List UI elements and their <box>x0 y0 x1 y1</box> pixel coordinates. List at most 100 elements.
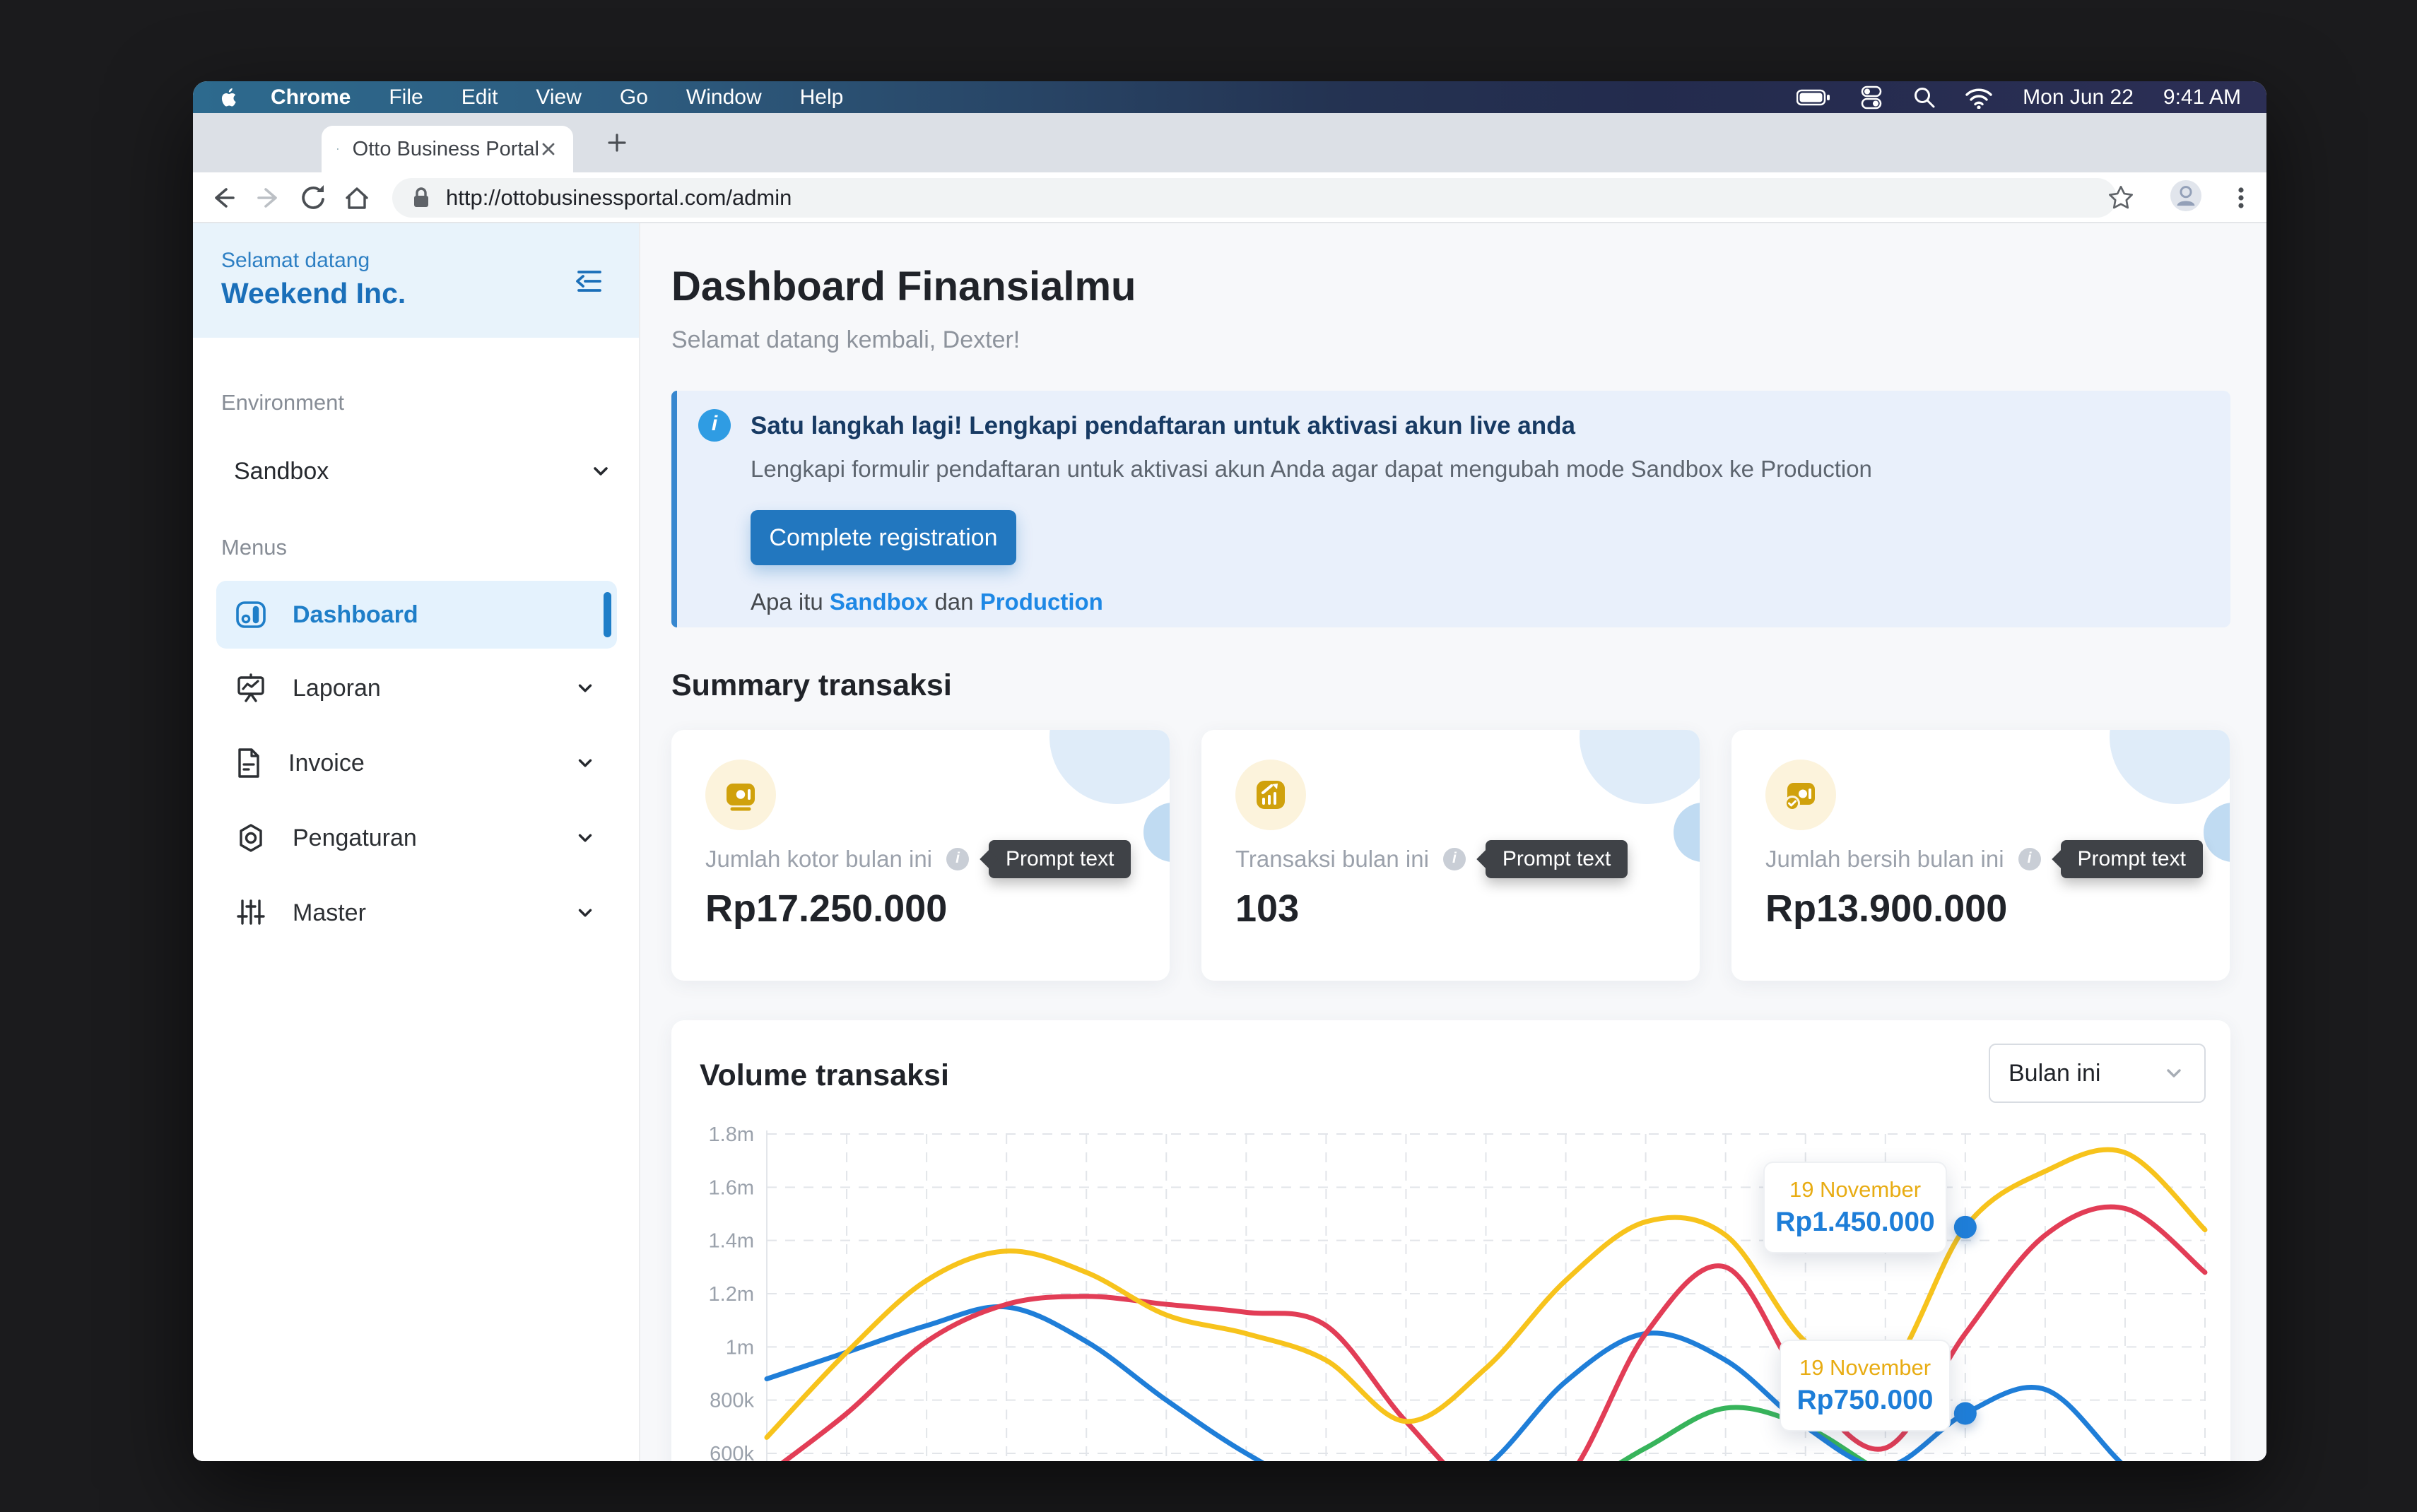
banner-accent-stripe <box>671 391 677 627</box>
card-value: Rp13.900.000 <box>1765 887 2007 931</box>
menubar-date[interactable]: Mon Jun 22 <box>2023 85 2134 110</box>
card-label: Jumlah kotor bulan ini <box>705 846 932 873</box>
sidebar-item-dashboard[interactable]: Dashboard <box>216 581 617 649</box>
sidebar-header: Selamat datang Weekend Inc. <box>193 223 639 338</box>
svg-text:1.2m: 1.2m <box>709 1283 754 1306</box>
registration-banner: Satu langkah lagi! Lengkapi pendaftaran … <box>671 391 2230 627</box>
card-label: Transaksi bulan ini <box>1235 846 1429 873</box>
decor-circle-small <box>2204 803 2230 862</box>
sidebar-greeting: Selamat datang <box>221 249 370 273</box>
sidebar-item-master[interactable]: Master <box>216 878 617 948</box>
volume-chart-card: Volume transaksi Bulan ini 1.8m1.6m1.4m1… <box>671 1020 2230 1461</box>
complete-registration-button[interactable]: Complete registration <box>751 510 1016 565</box>
back-button[interactable] <box>208 182 239 213</box>
url-text: http://ottobusinessportal.com/admin <box>446 185 792 211</box>
info-icon[interactable] <box>1443 848 1466 870</box>
menubar-clock[interactable]: 9:41 AM <box>2163 85 2241 110</box>
browser-menu-icon[interactable] <box>2225 182 2257 213</box>
help-conjunction: dan <box>934 589 973 615</box>
summary-heading: Summary transaksi <box>671 668 952 703</box>
wallet-check-icon <box>1765 760 1836 830</box>
svg-text:1.8m: 1.8m <box>709 1123 754 1146</box>
environment-value: Sandbox <box>234 458 589 485</box>
menubar-item-go[interactable]: Go <box>620 85 648 110</box>
lock-icon <box>409 184 433 211</box>
wallet-money-icon <box>705 760 776 830</box>
sidebar-company-name: Weekend Inc. <box>221 277 406 310</box>
menus-section-label: Menus <box>221 535 287 560</box>
decor-circle-large <box>1049 730 1170 804</box>
reload-button[interactable] <box>298 182 329 213</box>
summary-card-net: Jumlah bersih bulan ini Prompt text Rp13… <box>1731 730 2230 981</box>
period-filter-dropdown[interactable]: Bulan ini <box>1989 1044 2206 1103</box>
decor-circle-small <box>1674 803 1700 862</box>
browser-tab[interactable]: Otto Business Portal <box>322 126 573 172</box>
home-button[interactable] <box>341 182 372 213</box>
sandbox-link[interactable]: Sandbox <box>830 589 928 615</box>
wifi-icon[interactable] <box>1965 86 1993 109</box>
chart-marker-dot <box>1954 1402 1977 1425</box>
menubar-item-help[interactable]: Help <box>800 85 844 110</box>
apple-menu-icon[interactable] <box>218 85 240 110</box>
info-icon[interactable] <box>946 848 969 870</box>
report-board-icon <box>236 673 266 703</box>
summary-card-transactions: Transaksi bulan ini Prompt text 103 <box>1201 730 1700 981</box>
sidebar-item-label: Pengaturan <box>293 825 575 852</box>
bookmark-star-icon[interactable] <box>2105 182 2136 213</box>
sidebar-item-invoice[interactable]: Invoice <box>216 728 617 798</box>
menubar-item-window[interactable]: Window <box>686 85 762 110</box>
tooltip-date: 19 November <box>1765 1177 1946 1203</box>
active-item-indicator <box>604 592 611 637</box>
sidebar-collapse-icon[interactable] <box>573 266 604 297</box>
help-prefix: Apa itu <box>751 589 823 615</box>
svg-text:800k: 800k <box>710 1390 754 1412</box>
sidebar-item-laporan[interactable]: Laporan <box>216 653 617 723</box>
info-icon <box>698 409 731 442</box>
production-link[interactable]: Production <box>980 589 1103 615</box>
profile-avatar[interactable] <box>2170 180 2201 211</box>
tab-close-icon[interactable] <box>539 140 558 158</box>
sidebar-item-label: Invoice <box>288 750 575 777</box>
prompt-tooltip: Prompt text <box>989 840 1131 878</box>
browser-toolbar: http://ottobusinessportal.com/admin <box>193 172 2266 223</box>
svg-text:1.4m: 1.4m <box>709 1230 754 1253</box>
control-center-icon[interactable] <box>1859 85 1884 110</box>
chart-marker-dot <box>1954 1216 1977 1239</box>
sidebar-item-label: Master <box>293 899 575 927</box>
banner-description: Lengkapi formulir pendaftaran untuk akti… <box>751 456 1872 483</box>
macos-menubar: Chrome File Edit View Go Window Help Mon… <box>193 81 2266 113</box>
spotlight-search-icon[interactable] <box>1912 85 1936 110</box>
new-tab-button[interactable] <box>606 131 628 154</box>
card-value: 103 <box>1235 887 1299 931</box>
menubar-app-name[interactable]: Chrome <box>271 85 351 110</box>
series-blue-line <box>767 1306 2205 1461</box>
menubar-item-view[interactable]: View <box>536 85 581 110</box>
card-value: Rp17.250.000 <box>705 887 947 931</box>
menubar-item-edit[interactable]: Edit <box>461 85 498 110</box>
tab-title: Otto Business Portal <box>353 138 539 161</box>
prompt-tooltip: Prompt text <box>1486 840 1628 878</box>
decor-circle-large <box>1580 730 1700 804</box>
sidebar: Selamat datang Weekend Inc. Environment … <box>193 223 640 1461</box>
svg-text:1m: 1m <box>726 1336 754 1359</box>
sidebar-item-label: Laporan <box>293 675 575 702</box>
sidebar-item-pengaturan[interactable]: Pengaturan <box>216 803 617 873</box>
forward-button[interactable] <box>253 182 284 213</box>
battery-icon[interactable] <box>1796 86 1830 109</box>
menubar-item-file[interactable]: File <box>389 85 423 110</box>
invoice-document-icon <box>236 748 261 778</box>
environment-selector[interactable]: Sandbox <box>221 447 612 496</box>
address-bar[interactable]: http://ottobusinessportal.com/admin <box>392 178 2117 218</box>
sliders-icon <box>236 898 266 928</box>
decor-circle-small <box>1143 803 1170 862</box>
tooltip-value: Rp750.000 <box>1781 1385 1949 1416</box>
summary-card-gross: Jumlah kotor bulan ini Prompt text Rp17.… <box>671 730 1170 981</box>
tooltip-value: Rp1.450.000 <box>1765 1207 1946 1238</box>
sidebar-item-label: Dashboard <box>293 601 596 629</box>
main-area: Dashboard Finansialmu Selamat datang kem… <box>640 223 2266 1461</box>
info-icon[interactable] <box>2018 848 2041 870</box>
chart-tooltip: 19 November Rp750.000 <box>1780 1340 1951 1431</box>
period-filter-value: Bulan ini <box>2009 1060 2162 1087</box>
svg-text:600k: 600k <box>710 1443 754 1461</box>
chart-title: Volume transaksi <box>700 1058 949 1093</box>
